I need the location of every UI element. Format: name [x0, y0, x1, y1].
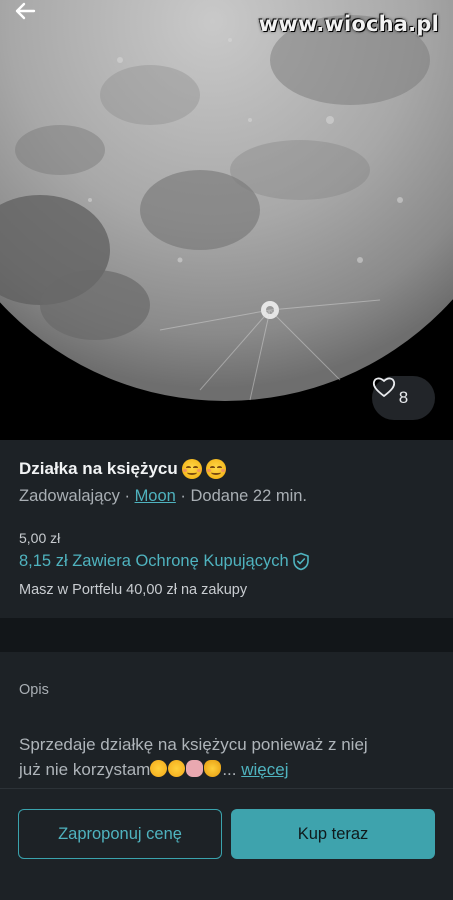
show-more-link[interactable]: więcej: [241, 760, 288, 779]
watermark-logo: www.wiocha.pl: [258, 12, 439, 36]
item-price: 5,00 zł: [19, 530, 61, 546]
description-label: Opis: [19, 682, 49, 698]
bottom-action-bar: Zaproponuj cenę Kup teraz: [0, 788, 453, 900]
wallet-note: Masz w Portfelu 40,00 zł na zakupy: [19, 582, 248, 598]
smiling-face-emoji-icon: [205, 459, 226, 479]
persevering-face-emoji-icon: [168, 760, 186, 777]
item-title-row: Działka na księżycu: [19, 459, 226, 479]
make-offer-button[interactable]: Zaproponuj cenę: [18, 809, 222, 859]
arrow-left-icon: [15, 2, 36, 20]
moon-image: [0, 0, 453, 440]
item-condition: Zadowalający: [19, 487, 120, 505]
heart-icon: [372, 377, 396, 397]
item-meta: Zadowalający · Moon · Dodane 22 min.: [19, 487, 308, 505]
item-added-time: Dodane 22 min.: [190, 487, 308, 505]
brand-link[interactable]: Moon: [135, 487, 176, 505]
heart-hands-emoji-icon: [186, 760, 204, 777]
weary-face-emoji-icon: [150, 760, 168, 777]
smiling-face-emoji-icon: [181, 459, 202, 479]
section-divider: [0, 618, 453, 652]
back-button[interactable]: [14, 2, 50, 30]
favorite-button[interactable]: 8: [372, 376, 435, 420]
shield-check-icon: [292, 552, 309, 571]
description-text: Sprzedaje działkę na księżycu ponieważ z…: [19, 735, 368, 779]
price-with-protection-link[interactable]: 8,15 zł Zawiera Ochronę Kupujących: [19, 552, 310, 571]
smirk-cat-emoji-icon: [204, 760, 222, 777]
favorite-count: 8: [398, 388, 409, 407]
item-info-panel: Działka na księżycu Zadowalający · Moon …: [0, 440, 453, 618]
item-photo[interactable]: www.wiocha.pl 8: [0, 0, 453, 440]
price-with-protection-text: 8,15 zł Zawiera Ochronę Kupujących: [19, 552, 289, 570]
buy-now-button[interactable]: Kup teraz: [231, 809, 435, 859]
description-section: Opis Sprzedaje działkę na księżycu ponie…: [0, 652, 453, 788]
item-title: Działka na księżycu: [19, 459, 178, 478]
